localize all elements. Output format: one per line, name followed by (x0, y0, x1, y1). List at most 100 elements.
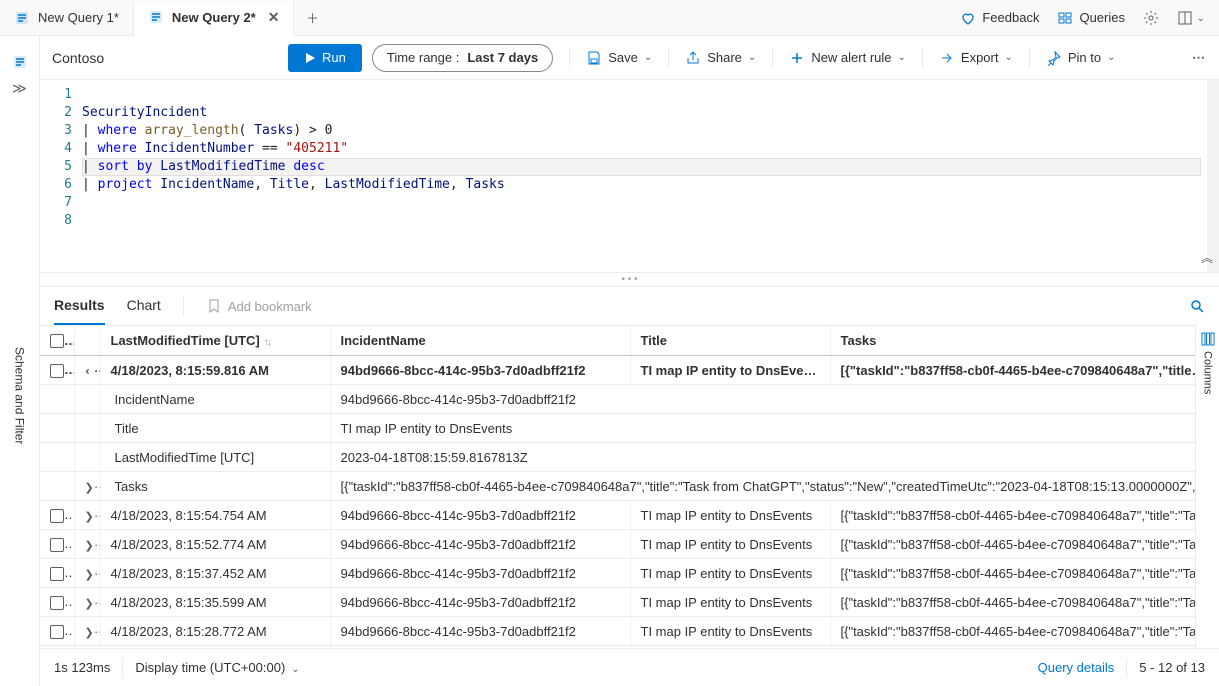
workspace-icon[interactable] (12, 54, 28, 70)
run-button[interactable]: Run (288, 44, 362, 72)
time-range-picker[interactable]: Time range : Last 7 days (372, 44, 553, 72)
row-checkbox[interactable] (50, 364, 64, 378)
columns-rail[interactable]: Columns (1195, 325, 1219, 648)
feedback-label: Feedback (982, 10, 1039, 25)
toolbar-more-icon[interactable]: ⋯ (1192, 50, 1207, 66)
workspace-name: Contoso (52, 50, 104, 66)
editor-code[interactable]: SecurityIncident | where array_length( T… (82, 80, 1219, 272)
col-header-incident[interactable]: IncidentName (330, 326, 630, 356)
expand-row-icon[interactable]: ❯ (85, 539, 94, 552)
detail-row: ❯Tasks[{"taskId":"b837ff58-cb0f-4465-b4e… (40, 472, 1195, 501)
query-tab-icon (14, 10, 30, 26)
query-tab-1[interactable]: New Query 1* (0, 0, 134, 35)
expand-row-icon[interactable]: ❯ (85, 597, 94, 610)
save-label: Save (608, 50, 638, 65)
col-header-time[interactable]: LastModifiedTime [UTC]↑↓ (100, 326, 330, 356)
play-icon (304, 52, 316, 64)
save-icon (586, 50, 602, 66)
queries-label: Queries (1079, 10, 1125, 25)
table-row[interactable]: ⌄4/18/2023, 8:15:59.816 AM94bd9666-8bcc-… (40, 356, 1195, 385)
expand-row-icon[interactable]: ❯ (85, 568, 94, 581)
row-checkbox[interactable] (50, 567, 64, 581)
paging-info: 5 - 12 of 13 (1139, 660, 1205, 675)
schema-filter-label[interactable]: Schema and Filter (13, 347, 27, 444)
add-bookmark-label: Add bookmark (228, 299, 312, 314)
detail-row: IncidentName94bd9666-8bcc-414c-95b3-7d0a… (40, 385, 1195, 414)
row-checkbox[interactable] (50, 596, 64, 610)
table-row[interactable]: ❯4/18/2023, 8:15:37.452 AM94bd9666-8bcc-… (40, 559, 1195, 588)
sort-icon: ↑↓ (264, 337, 270, 348)
export-icon (939, 50, 955, 66)
plus-icon (789, 50, 805, 66)
query-tab-strip: New Query 1* New Query 2* ✕ ＋ Feedback Q… (0, 0, 1219, 36)
pin-label: Pin to (1068, 50, 1101, 65)
timerange-value: Last 7 days (467, 50, 538, 65)
table-row[interactable]: ❯4/18/2023, 8:15:54.754 AM94bd9666-8bcc-… (40, 501, 1195, 530)
close-tab-icon[interactable]: ✕ (268, 9, 280, 26)
expand-row-icon[interactable]: ⌄ (83, 366, 96, 375)
share-button[interactable]: Share⌄ (685, 50, 756, 66)
detail-row: LastModifiedTime [UTC]2023-04-18T08:15:5… (40, 443, 1195, 472)
elapsed-time: 1s 123ms (54, 660, 110, 675)
new-alert-label: New alert rule (811, 50, 891, 65)
query-tab-1-label: New Query 1* (38, 10, 119, 25)
share-label: Share (707, 50, 742, 65)
display-time-button[interactable]: Display time (UTC+00:00)⌄ (135, 660, 299, 675)
share-icon (685, 50, 701, 66)
bookmark-icon (206, 298, 222, 314)
results-pane: Results Chart Add bookmark (40, 287, 1219, 686)
query-tab-2[interactable]: New Query 2* ✕ (134, 1, 295, 36)
query-tab-icon (148, 9, 164, 25)
expand-rail-icon[interactable]: ≫ (12, 80, 27, 97)
new-tab-button[interactable]: ＋ (294, 8, 330, 27)
results-grid: LastModifiedTime [UTC]↑↓ IncidentName Ti… (40, 325, 1195, 648)
pin-button[interactable]: Pin to⌄ (1046, 50, 1116, 66)
table-row[interactable]: ❯4/18/2023, 8:15:52.774 AM94bd9666-8bcc-… (40, 530, 1195, 559)
query-tab-2-label: New Query 2* (172, 10, 256, 25)
results-search-icon[interactable] (1189, 298, 1205, 315)
heart-icon (960, 10, 976, 26)
editor-collapse-icon[interactable]: ︽ (1201, 249, 1213, 266)
add-bookmark-button[interactable]: Add bookmark (206, 298, 312, 314)
query-toolbar: Contoso Run Time range : Last 7 days Sav… (40, 36, 1219, 80)
table-row[interactable]: ❯4/18/2023, 8:15:35.599 AM94bd9666-8bcc-… (40, 588, 1195, 617)
columns-rail-label: Columns (1202, 351, 1214, 394)
status-bar: 1s 123ms Display time (UTC+00:00)⌄ Query… (40, 648, 1219, 686)
expand-row-icon[interactable]: ❯ (85, 481, 94, 494)
settings-icon[interactable] (1143, 9, 1159, 26)
results-grid-scroll[interactable]: LastModifiedTime [UTC]↑↓ IncidentName Ti… (40, 325, 1195, 648)
pin-icon (1046, 50, 1062, 66)
export-button[interactable]: Export⌄ (939, 50, 1013, 66)
new-alert-button[interactable]: New alert rule⌄ (789, 50, 906, 66)
row-checkbox[interactable] (50, 625, 64, 639)
export-label: Export (961, 50, 999, 65)
results-tab[interactable]: Results (54, 287, 105, 325)
editor-scrollbar[interactable] (1207, 80, 1219, 272)
schema-filter-rail: ≫ Schema and Filter (0, 36, 40, 686)
queries-icon (1057, 10, 1073, 26)
row-checkbox[interactable] (50, 509, 64, 523)
col-header-title[interactable]: Title (630, 326, 830, 356)
timerange-key: Time range : (387, 50, 460, 65)
expand-row-icon[interactable]: ❯ (85, 510, 94, 523)
table-row[interactable]: ❯4/18/2023, 8:15:28.542 AM94bd9666-8bcc-… (40, 646, 1195, 649)
select-all-checkbox[interactable] (50, 334, 64, 348)
columns-icon (1200, 331, 1216, 347)
query-details-link[interactable]: Query details (1038, 660, 1115, 675)
workspace-breadcrumb[interactable]: Contoso (48, 50, 278, 66)
expand-row-icon[interactable]: ❯ (85, 626, 94, 639)
save-button[interactable]: Save⌄ (586, 50, 652, 66)
detail-row: TitleTI map IP entity to DnsEvents (40, 414, 1195, 443)
feedback-button[interactable]: Feedback (960, 10, 1039, 26)
grid-header-row: LastModifiedTime [UTC]↑↓ IncidentName Ti… (40, 326, 1195, 356)
queries-button[interactable]: Queries (1057, 10, 1125, 26)
col-header-tasks[interactable]: Tasks (830, 326, 1195, 356)
query-editor[interactable]: 12345678 SecurityIncident | where array_… (40, 80, 1219, 273)
pane-splitter[interactable]: • • • (40, 273, 1219, 287)
row-checkbox[interactable] (50, 538, 64, 552)
run-label: Run (322, 50, 346, 65)
chart-tab[interactable]: Chart (127, 287, 161, 325)
table-row[interactable]: ❯4/18/2023, 8:15:28.772 AM94bd9666-8bcc-… (40, 617, 1195, 646)
panel-layout-icon[interactable]: ⌄ (1177, 9, 1205, 26)
editor-gutter: 12345678 (40, 80, 82, 272)
